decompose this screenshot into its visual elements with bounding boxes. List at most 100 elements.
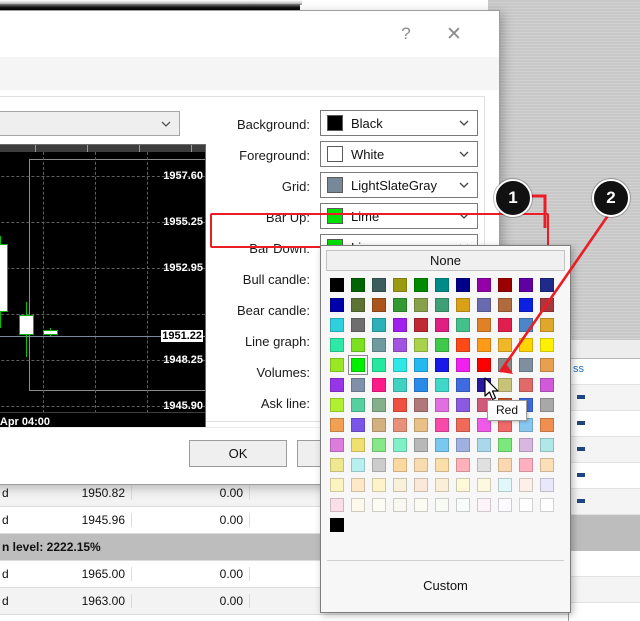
color-swatch[interactable] <box>476 298 491 312</box>
color-swatch[interactable] <box>497 498 512 512</box>
color-swatch[interactable] <box>539 478 554 492</box>
color-swatch[interactable] <box>392 498 407 512</box>
color-swatch[interactable] <box>518 338 533 352</box>
color-swatch[interactable] <box>434 278 449 292</box>
color-swatch[interactable] <box>497 338 512 352</box>
color-swatch[interactable] <box>539 298 554 312</box>
color-swatch[interactable] <box>371 398 386 412</box>
color-swatch[interactable] <box>329 478 344 492</box>
right-panel-selected-row[interactable] <box>569 515 640 551</box>
color-swatch[interactable] <box>371 478 386 492</box>
color-combobox[interactable]: Lime <box>320 203 478 229</box>
color-combobox[interactable]: Black <box>320 110 478 136</box>
right-panel-row[interactable]: ss <box>569 359 640 385</box>
color-swatch[interactable] <box>434 398 449 412</box>
color-swatch[interactable] <box>518 378 533 392</box>
color-combobox[interactable]: White <box>320 141 478 167</box>
color-swatch[interactable] <box>476 278 491 292</box>
table-row[interactable]: d1947.000.001960.001951.73 <box>0 615 600 621</box>
color-swatch[interactable] <box>350 278 365 292</box>
color-swatch[interactable] <box>455 358 470 372</box>
theme-combobox[interactable] <box>0 111 180 136</box>
color-swatch[interactable] <box>518 438 533 452</box>
color-swatch[interactable] <box>455 498 470 512</box>
color-swatch[interactable] <box>413 318 428 332</box>
color-swatch[interactable] <box>413 438 428 452</box>
color-swatch[interactable] <box>497 358 512 372</box>
color-swatch[interactable] <box>455 298 470 312</box>
color-swatch[interactable] <box>392 298 407 312</box>
color-swatch[interactable] <box>434 318 449 332</box>
color-swatch[interactable] <box>350 418 365 432</box>
color-swatch[interactable] <box>539 378 554 392</box>
color-swatch[interactable] <box>539 338 554 352</box>
color-swatch[interactable] <box>392 338 407 352</box>
color-swatch[interactable] <box>371 438 386 452</box>
close-icon[interactable]: ✕ <box>437 21 471 47</box>
color-swatch[interactable] <box>455 458 470 472</box>
right-panel-row[interactable] <box>569 385 640 411</box>
right-panel-row[interactable] <box>569 489 640 515</box>
color-swatch[interactable] <box>329 338 344 352</box>
color-swatch[interactable] <box>329 318 344 332</box>
color-swatch[interactable] <box>371 318 386 332</box>
color-swatch[interactable] <box>455 438 470 452</box>
color-swatch[interactable] <box>392 278 407 292</box>
color-swatch[interactable] <box>392 438 407 452</box>
color-swatch[interactable] <box>455 338 470 352</box>
color-swatch[interactable] <box>539 318 554 332</box>
color-swatch[interactable] <box>329 398 344 412</box>
color-swatch[interactable] <box>434 458 449 472</box>
color-swatch[interactable] <box>434 378 449 392</box>
color-swatch[interactable] <box>413 398 428 412</box>
color-swatch[interactable] <box>518 278 533 292</box>
color-swatch[interactable] <box>392 358 407 372</box>
color-swatch[interactable] <box>413 478 428 492</box>
color-swatch[interactable] <box>434 498 449 512</box>
color-swatch[interactable] <box>329 298 344 312</box>
color-swatch[interactable] <box>413 338 428 352</box>
color-swatch[interactable] <box>371 298 386 312</box>
color-swatch[interactable] <box>350 438 365 452</box>
color-swatch[interactable] <box>434 358 449 372</box>
color-swatch[interactable] <box>497 458 512 472</box>
color-swatch[interactable] <box>413 458 428 472</box>
color-swatch[interactable] <box>329 518 344 532</box>
color-swatch[interactable] <box>518 478 533 492</box>
color-swatch[interactable] <box>329 358 344 372</box>
color-swatch[interactable] <box>455 478 470 492</box>
color-swatch[interactable] <box>413 378 428 392</box>
color-swatch[interactable] <box>476 338 491 352</box>
color-swatch[interactable] <box>392 398 407 412</box>
right-panel-row[interactable] <box>569 463 640 489</box>
color-swatch[interactable] <box>497 478 512 492</box>
color-swatch[interactable] <box>371 458 386 472</box>
color-swatch[interactable] <box>371 358 386 372</box>
color-swatch[interactable] <box>455 398 470 412</box>
color-swatch[interactable] <box>350 318 365 332</box>
color-swatch[interactable] <box>392 478 407 492</box>
color-swatch[interactable] <box>392 458 407 472</box>
color-swatch[interactable] <box>539 398 554 412</box>
color-swatch[interactable] <box>350 398 365 412</box>
none-color-button[interactable]: None <box>326 250 565 271</box>
color-swatch[interactable] <box>413 358 428 372</box>
right-panel-row[interactable] <box>569 577 640 603</box>
color-swatch[interactable] <box>371 278 386 292</box>
color-swatch[interactable] <box>497 438 512 452</box>
color-swatch[interactable] <box>476 458 491 472</box>
color-swatch[interactable] <box>476 358 491 372</box>
color-swatch[interactable] <box>413 278 428 292</box>
color-swatch[interactable] <box>539 498 554 512</box>
custom-color-button[interactable]: Custom <box>321 568 570 602</box>
color-swatch[interactable] <box>329 438 344 452</box>
color-swatch[interactable] <box>329 278 344 292</box>
color-swatch[interactable] <box>347 355 368 375</box>
color-swatch[interactable] <box>539 458 554 472</box>
color-swatch[interactable] <box>434 478 449 492</box>
color-swatch[interactable] <box>476 438 491 452</box>
color-swatch[interactable] <box>371 378 386 392</box>
color-swatch[interactable] <box>434 418 449 432</box>
color-swatch[interactable] <box>350 498 365 512</box>
right-panel-row[interactable] <box>569 551 640 577</box>
